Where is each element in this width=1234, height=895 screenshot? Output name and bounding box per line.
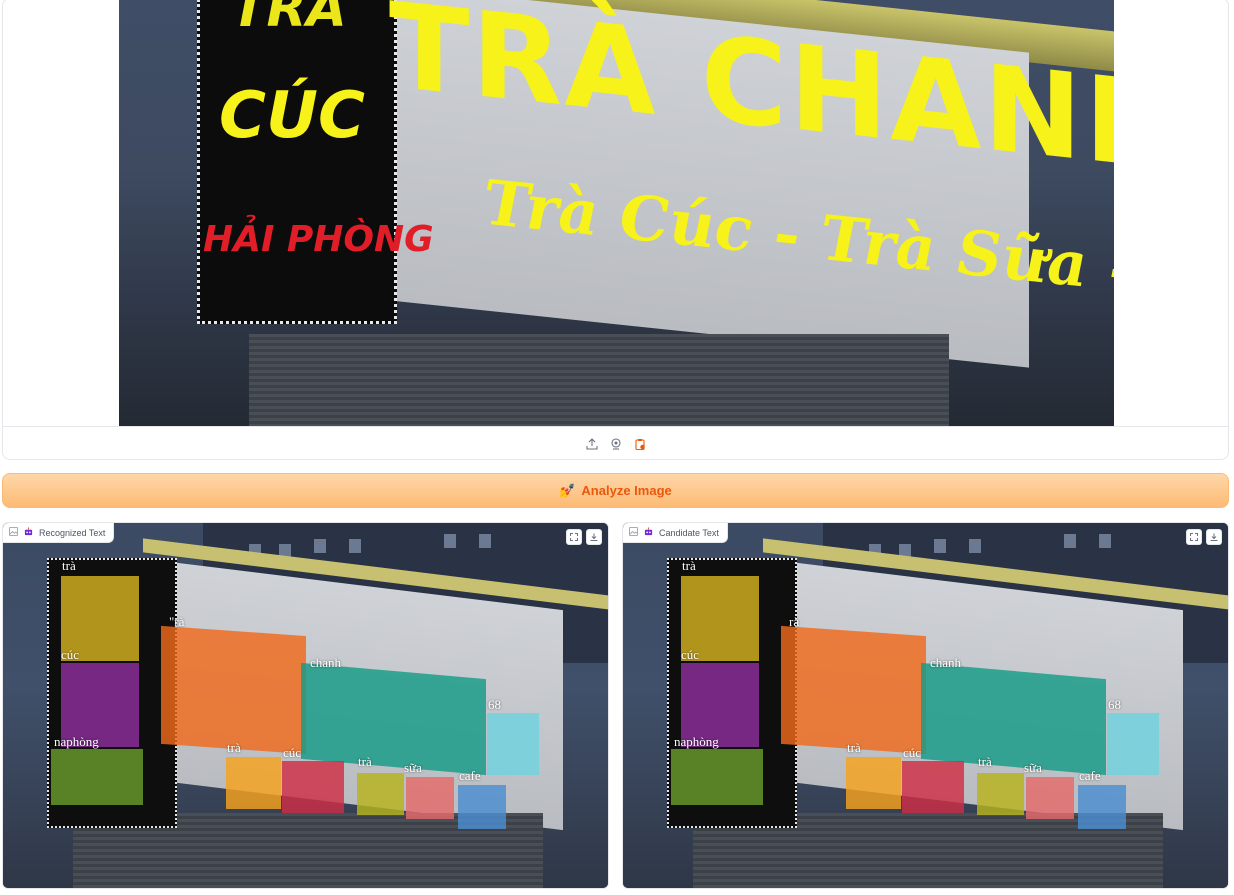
robot-icon bbox=[644, 527, 653, 538]
word-label: cafe bbox=[1079, 768, 1101, 783]
upload-icon[interactable] bbox=[585, 437, 599, 451]
download-icon[interactable] bbox=[586, 529, 602, 545]
word-label: cúc bbox=[283, 745, 302, 760]
input-image-panel[interactable]: TRÀ CÚC HẢI PHÒNG TRÀ CHANH 68 Trà Cúc -… bbox=[2, 0, 1229, 460]
word-label: trà bbox=[358, 754, 372, 769]
word-label: "rà bbox=[169, 614, 185, 629]
recognized-text-actions bbox=[566, 529, 602, 545]
candidate-text-actions bbox=[1186, 529, 1222, 545]
word-label: cúc bbox=[903, 745, 922, 760]
word-label: trà bbox=[847, 740, 861, 755]
word-label: trà bbox=[978, 754, 992, 769]
analyze-button-label: Analyze Image bbox=[581, 483, 672, 498]
robot-icon bbox=[24, 527, 33, 538]
led-text-tra: TRÀ bbox=[231, 0, 347, 39]
word-label: 68 bbox=[1108, 697, 1121, 712]
recognized-text-label: Recognized Text bbox=[3, 523, 115, 543]
recognized-text-title: Recognized Text bbox=[39, 527, 106, 538]
input-image: TRÀ CÚC HẢI PHÒNG TRÀ CHANH 68 Trà Cúc -… bbox=[119, 0, 1114, 426]
candidate-text-image: trà rà cúc chanh 68 naphòng trà cúc trà … bbox=[623, 523, 1228, 888]
word-label: cafe bbox=[459, 768, 481, 783]
image-source-toolbar bbox=[3, 426, 1228, 459]
word-label: sữa bbox=[404, 760, 422, 775]
word-label: trà bbox=[62, 558, 76, 573]
download-icon[interactable] bbox=[1206, 529, 1222, 545]
analyze-image-button[interactable]: 💅 Analyze Image bbox=[2, 473, 1229, 508]
recognized-text-image: trà "rà cúc chanh 68 naphòng trà cúc trà… bbox=[3, 523, 608, 888]
fullscreen-icon[interactable] bbox=[1186, 529, 1202, 545]
word-label: chanh bbox=[930, 655, 962, 670]
word-label: chanh bbox=[310, 655, 342, 670]
image-icon bbox=[629, 527, 638, 538]
word-label: 68 bbox=[488, 697, 501, 712]
fullscreen-icon[interactable] bbox=[566, 529, 582, 545]
word-label: trà bbox=[682, 558, 696, 573]
candidate-text-label: Candidate Text bbox=[623, 523, 728, 543]
clipboard-icon[interactable] bbox=[633, 437, 647, 451]
word-label: cúc bbox=[61, 647, 80, 662]
analyze-emoji-icon: 💅 bbox=[559, 482, 576, 498]
recognized-text-panel: trà "rà cúc chanh 68 naphòng trà cúc trà… bbox=[2, 522, 609, 889]
word-label: sữa bbox=[1024, 760, 1042, 775]
word-label: rà bbox=[789, 614, 800, 629]
word-label: trà bbox=[227, 740, 241, 755]
word-label: cúc bbox=[681, 647, 700, 662]
led-text-haiphong: HẢI PHÒNG bbox=[203, 219, 434, 260]
word-label: naphòng bbox=[674, 734, 719, 749]
candidate-text-title: Candidate Text bbox=[659, 527, 719, 538]
webcam-icon[interactable] bbox=[609, 437, 623, 451]
image-icon bbox=[9, 527, 18, 538]
word-label: naphòng bbox=[54, 734, 99, 749]
candidate-text-panel: trà rà cúc chanh 68 naphòng trà cúc trà … bbox=[622, 522, 1229, 889]
led-text-cuc: CÚC bbox=[219, 79, 365, 153]
